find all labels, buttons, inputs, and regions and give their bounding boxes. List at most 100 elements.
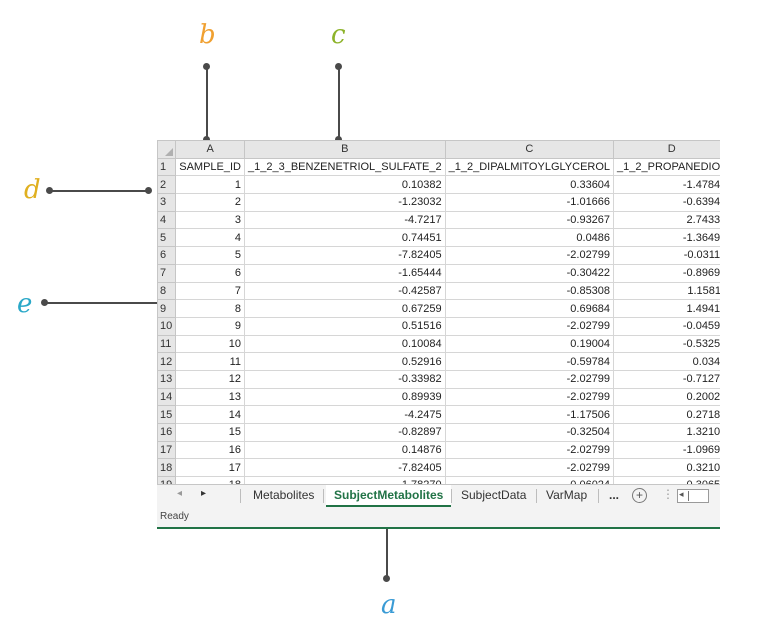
sheet-tab-varmap[interactable]: VarMap: [538, 485, 595, 505]
cell[interactable]: 10: [175, 334, 245, 354]
cell[interactable]: 8: [175, 299, 245, 318]
cell[interactable]: 16: [175, 440, 245, 460]
cell[interactable]: 0.74451: [244, 228, 446, 248]
column-header-a[interactable]: A: [175, 140, 245, 159]
cell[interactable]: 0.32107: [613, 458, 720, 478]
cell[interactable]: -7.82405: [244, 458, 446, 478]
cell[interactable]: 3: [175, 210, 245, 230]
row-header[interactable]: 3: [157, 193, 177, 212]
row-header[interactable]: 7: [157, 263, 177, 283]
cell[interactable]: -0.03118: [613, 246, 720, 265]
cell[interactable]: 0.52916: [244, 352, 446, 371]
cell[interactable]: 7: [175, 281, 245, 301]
cell[interactable]: -4.7217: [244, 210, 446, 230]
horizontal-scrollbar[interactable]: ◂: [677, 489, 709, 503]
cell[interactable]: 0.0343: [613, 352, 720, 371]
cell[interactable]: -0.63942: [613, 193, 720, 212]
scroll-left-icon[interactable]: ◂: [679, 489, 684, 500]
cell[interactable]: 0.19004: [444, 334, 615, 354]
cell[interactable]: 0.27186: [613, 405, 720, 424]
cell[interactable]: 0.0486: [444, 228, 615, 248]
cell[interactable]: 6: [175, 263, 245, 283]
cell[interactable]: -0.32504: [444, 423, 615, 442]
row-header[interactable]: 2: [157, 175, 177, 195]
cell[interactable]: 17: [175, 458, 245, 478]
column-header-c[interactable]: C: [444, 140, 615, 159]
cell[interactable]: -1.36492: [613, 228, 720, 248]
cell[interactable]: -0.93267: [444, 210, 615, 230]
next-sheet-arrow-icon[interactable]: ▸: [201, 488, 206, 499]
cell[interactable]: 0.14876: [244, 440, 446, 460]
cell[interactable]: 15: [175, 423, 245, 442]
row-header[interactable]: 14: [157, 387, 177, 407]
add-sheet-icon[interactable]: +: [632, 488, 647, 503]
cell[interactable]: -1.17506: [444, 405, 615, 424]
row-header[interactable]: 15: [157, 405, 177, 424]
row-header[interactable]: 10: [157, 316, 177, 336]
cell[interactable]: _1_2_3_BENZENETRIOL_SULFATE_2: [244, 157, 446, 177]
cell[interactable]: -7.82405: [244, 246, 446, 265]
sheet-tab-subjectdata[interactable]: SubjectData: [453, 485, 534, 505]
cell[interactable]: 1.32106: [613, 423, 720, 442]
cell[interactable]: -0.53256: [613, 334, 720, 354]
cell[interactable]: -2.02799: [444, 369, 615, 389]
cell[interactable]: -2.02799: [444, 246, 615, 265]
column-header-row[interactable]: A B C D: [157, 140, 720, 159]
row-header[interactable]: 18: [157, 458, 177, 478]
cell[interactable]: -0.85308: [444, 281, 615, 301]
cell[interactable]: -0.59784: [444, 352, 615, 371]
more-sheets-ellipsis[interactable]: ...: [609, 485, 619, 505]
cell[interactable]: -0.33982: [244, 369, 446, 389]
prev-sheet-arrow-icon[interactable]: ◂: [177, 488, 182, 499]
cell[interactable]: _1_2_DIPALMITOYLGLYCEROL: [444, 157, 615, 177]
cell[interactable]: SAMPLE_ID: [175, 157, 245, 177]
row-header[interactable]: 8: [157, 281, 177, 301]
row-header[interactable]: 11: [157, 334, 177, 354]
row-header[interactable]: 6: [157, 246, 177, 265]
select-all-corner[interactable]: [157, 140, 177, 159]
cell[interactable]: -1.23032: [244, 193, 446, 212]
row-header[interactable]: 9: [157, 299, 177, 318]
row-header[interactable]: 4: [157, 210, 177, 230]
cell[interactable]: 5: [175, 246, 245, 265]
cell[interactable]: 12: [175, 369, 245, 389]
cell[interactable]: 13: [175, 387, 245, 407]
row-header[interactable]: 1: [157, 157, 177, 177]
cell[interactable]: -2.02799: [444, 458, 615, 478]
cell[interactable]: -0.30422: [444, 263, 615, 283]
cell[interactable]: 0.10382: [244, 175, 446, 195]
cell[interactable]: 0.33604: [444, 175, 615, 195]
cell[interactable]: 9: [175, 316, 245, 336]
cell[interactable]: -0.82897: [244, 423, 446, 442]
scrollbar-thumb[interactable]: [688, 491, 689, 501]
column-header-b[interactable]: B: [244, 140, 446, 159]
cell[interactable]: 1.15811: [613, 281, 720, 301]
cell[interactable]: 2: [175, 193, 245, 212]
cell[interactable]: 0.89939: [244, 387, 446, 407]
cell[interactable]: -1.47841: [613, 175, 720, 195]
row-header[interactable]: 13: [157, 369, 177, 389]
cell[interactable]: -1.65444: [244, 263, 446, 283]
cell[interactable]: 0.10084: [244, 334, 446, 354]
sheet-tab-subjectmetabolites[interactable]: SubjectMetabolites: [326, 485, 452, 507]
cell[interactable]: 11: [175, 352, 245, 371]
cell[interactable]: -2.02799: [444, 387, 615, 407]
row-header[interactable]: 5: [157, 228, 177, 248]
cell[interactable]: -2.02799: [444, 316, 615, 336]
cell[interactable]: -1.01666: [444, 193, 615, 212]
cell[interactable]: 0.69684: [444, 299, 615, 318]
spreadsheet-grid[interactable]: A B C D 1 SAMPLE_ID _1_2_3_BENZENETRIOL_…: [157, 140, 720, 488]
splitter-handle-icon[interactable]: ⋮: [662, 487, 674, 501]
row-header[interactable]: 12: [157, 352, 177, 371]
cell[interactable]: 0.67259: [244, 299, 446, 318]
cell[interactable]: -4.2475: [244, 405, 446, 424]
cell-table[interactable]: A B C D 1 SAMPLE_ID _1_2_3_BENZENETRIOL_…: [157, 140, 720, 488]
cell[interactable]: -0.04594: [613, 316, 720, 336]
cell[interactable]: 2.74333: [613, 210, 720, 230]
cell[interactable]: 0.20024: [613, 387, 720, 407]
cell[interactable]: -1.09691: [613, 440, 720, 460]
cell[interactable]: _1_2_PROPANEDIOL: [613, 157, 720, 177]
cell[interactable]: 14: [175, 405, 245, 424]
row-header[interactable]: 17: [157, 440, 177, 460]
cell[interactable]: 4: [175, 228, 245, 248]
